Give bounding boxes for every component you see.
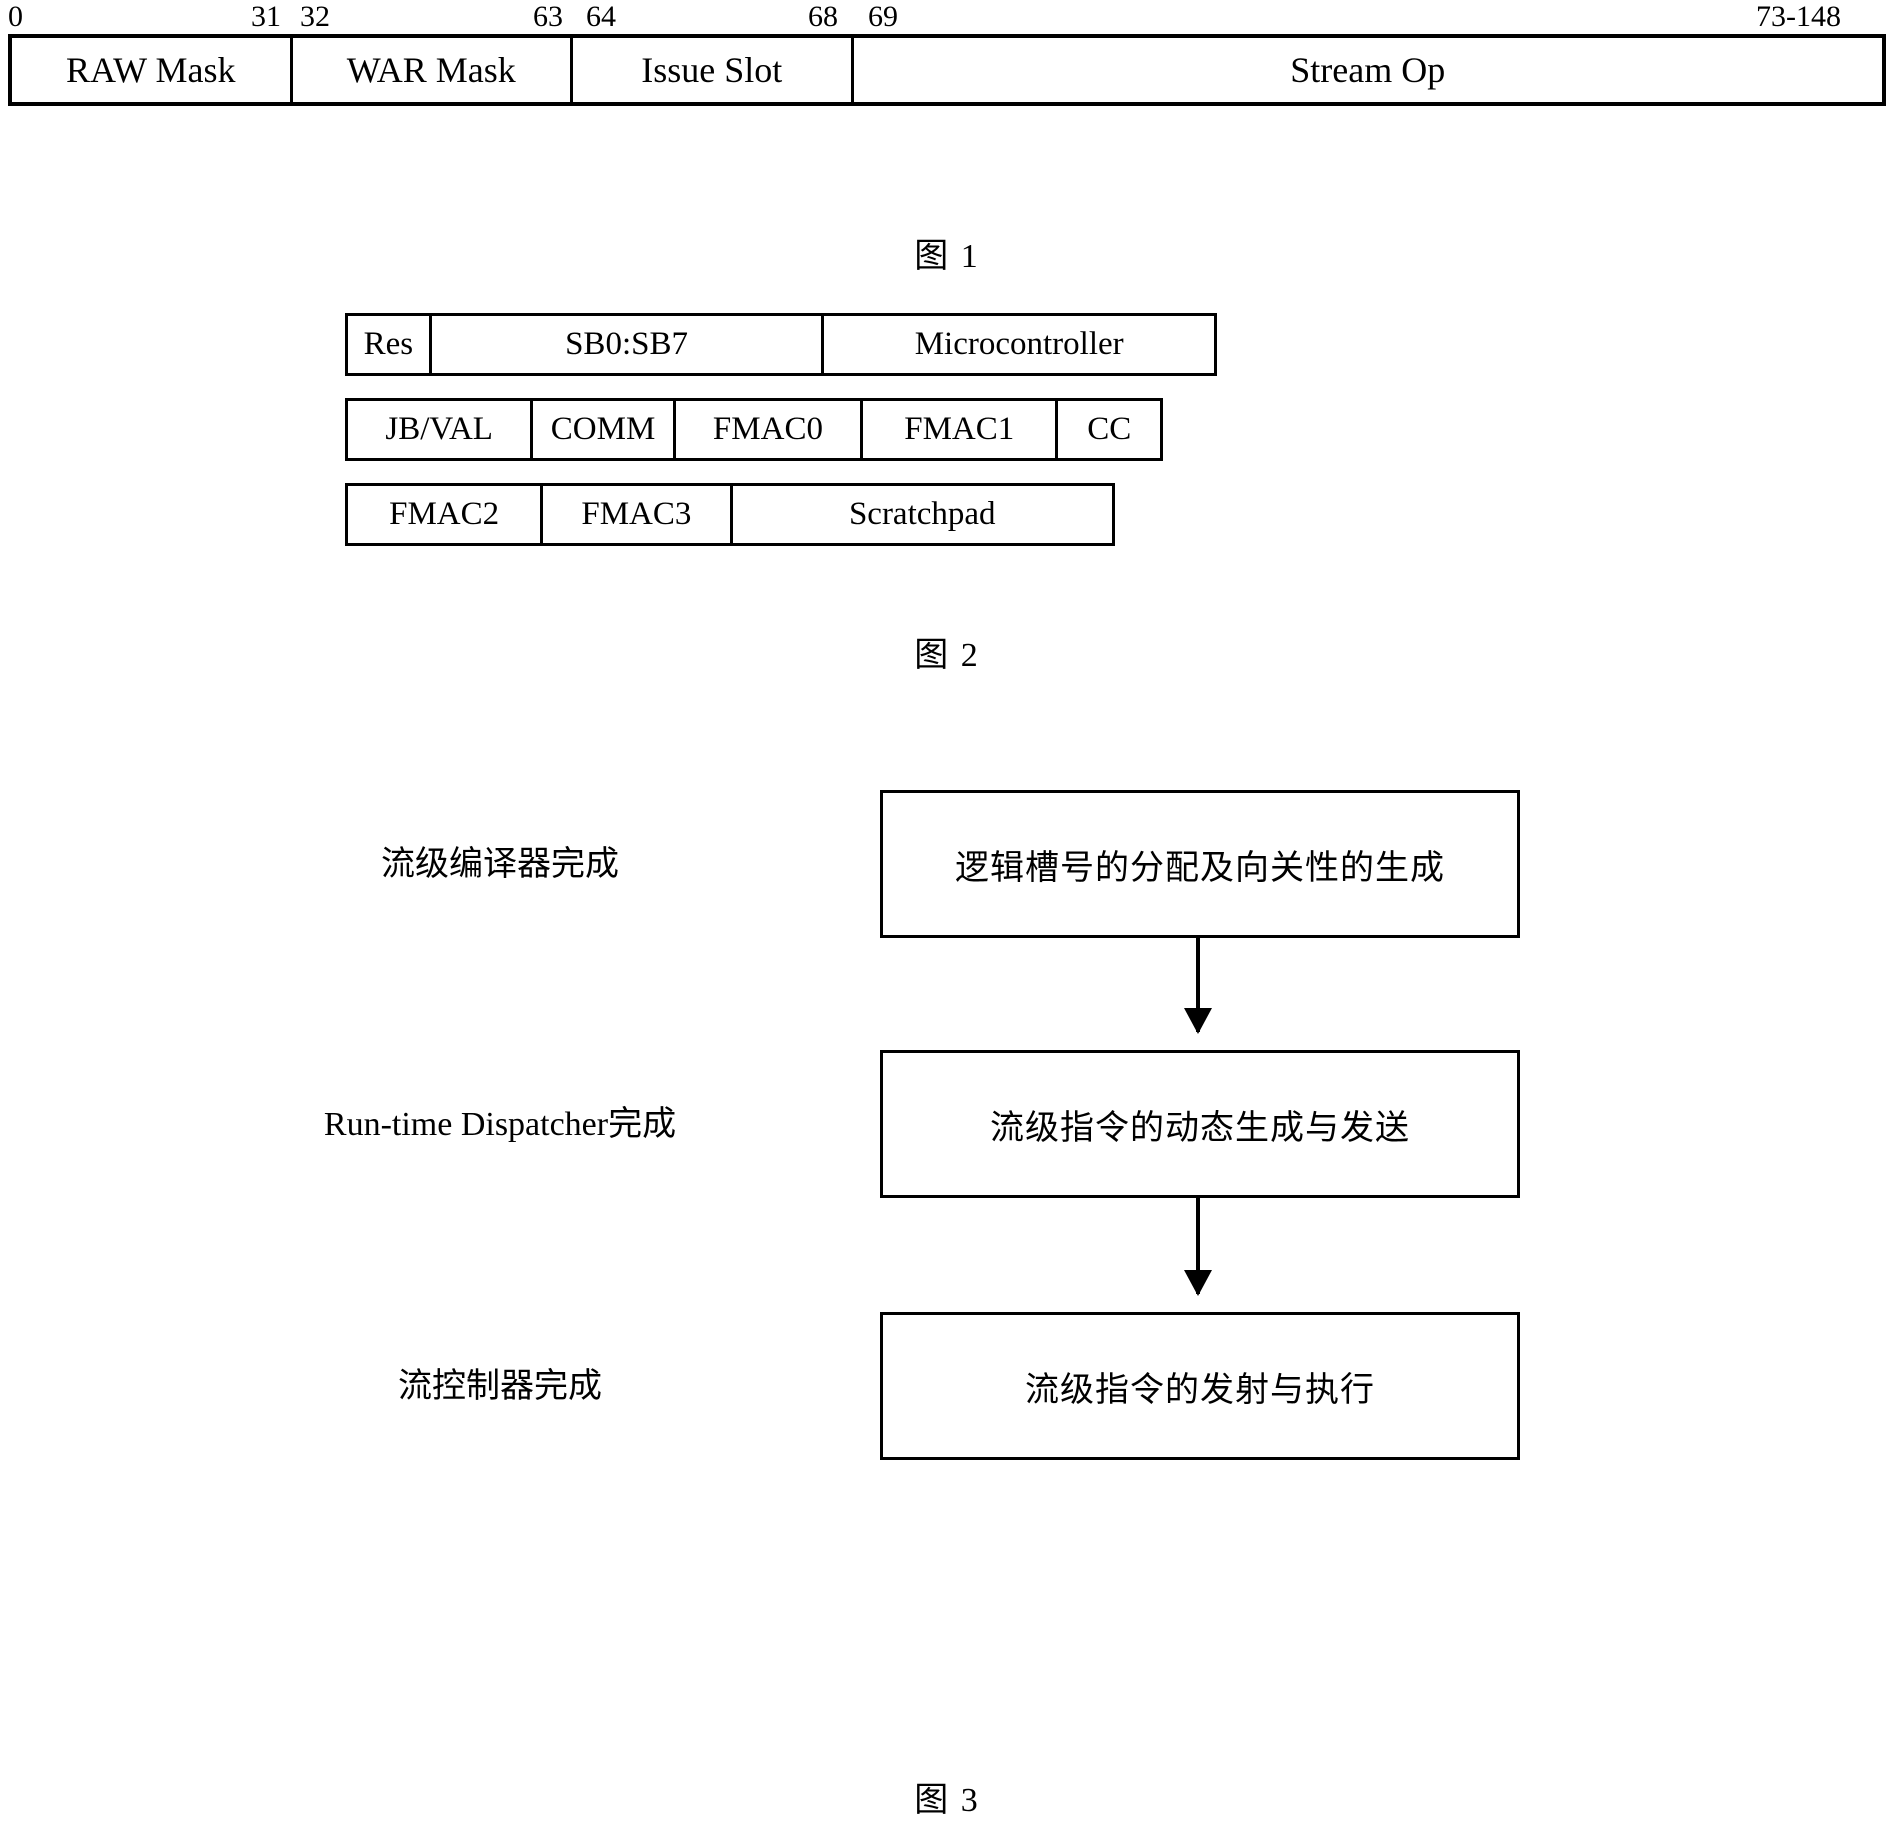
bit-tick: 31 <box>251 0 281 33</box>
figure-2-row: FMAC2 FMAC3 Scratchpad <box>345 483 1115 546</box>
flow-stage-label: 流级编译器完成 <box>381 846 619 883</box>
flow-process-box: 流级指令的动态生成与发送 <box>880 1050 1520 1198</box>
figure-1-field-strip: RAW Mask WAR Mask Issue Slot Stream Op <box>8 34 1886 106</box>
flow-stage: 流控制器完成 流级指令的发射与执行 <box>0 1312 1894 1462</box>
bit-tick: 68 <box>808 0 838 33</box>
flow-stage: 流级编译器完成 逻辑槽号的分配及向关性的生成 <box>0 790 1894 940</box>
figure-2: Res SB0:SB7 Microcontroller JB/VAL COMM … <box>0 313 1894 568</box>
bit-tick: 32 <box>300 0 330 33</box>
figure-3: 流级编译器完成 逻辑槽号的分配及向关性的生成 Run-time Dispatch… <box>0 770 1894 1550</box>
bit-tick: 73-148 <box>1756 0 1841 33</box>
bit-tick: 69 <box>868 0 898 33</box>
bit-tick: 0 <box>8 0 23 33</box>
flow-process-box: 逻辑槽号的分配及向关性的生成 <box>880 790 1520 938</box>
bit-field-cell: RAW Mask <box>12 38 293 102</box>
resource-cell: Microcontroller <box>914 326 1124 362</box>
flow-arrow <box>1184 1198 1212 1296</box>
figure-1: 0 31 32 63 64 68 69 73-148 RAW Mask WAR … <box>8 0 1886 106</box>
resource-cell: JB/VAL <box>348 401 534 458</box>
resource-cell: FMAC1 <box>863 401 1059 458</box>
resource-cell: FMAC0 <box>676 401 864 458</box>
figure-2-row: JB/VAL COMM FMAC0 FMAC1 CC <box>345 398 1163 461</box>
resource-cell: FMAC3 <box>543 486 733 543</box>
bit-tick: 63 <box>533 0 563 33</box>
flow-stage-label: Run-time Dispatcher完成 <box>323 1106 677 1143</box>
resource-cell: Scratchpad <box>848 496 996 532</box>
bit-field-cell: Stream Op <box>1290 50 1446 90</box>
figure-1-caption: 图 1 <box>914 238 980 275</box>
flow-stage: Run-time Dispatcher完成 流级指令的动态生成与发送 <box>0 1050 1894 1200</box>
figure-1-bit-ruler: 0 31 32 63 64 68 69 73-148 <box>8 0 1886 34</box>
resource-cell: SB0:SB7 <box>432 316 825 373</box>
bit-field-cell: Issue Slot <box>573 38 854 102</box>
bit-tick: 64 <box>586 0 616 33</box>
flow-process-box: 流级指令的发射与执行 <box>880 1312 1520 1460</box>
resource-cell: FMAC2 <box>348 486 544 543</box>
figure-3-caption: 图 3 <box>914 1782 980 1819</box>
resource-cell: Res <box>348 316 432 373</box>
flow-arrow <box>1184 938 1212 1034</box>
flow-stage-label: 流控制器完成 <box>398 1368 602 1405</box>
figure-2-row: Res SB0:SB7 Microcontroller <box>345 313 1217 376</box>
bit-field-cell: WAR Mask <box>293 38 573 102</box>
resource-cell: COMM <box>533 401 676 458</box>
figure-2-caption: 图 2 <box>914 637 980 674</box>
resource-cell: CC <box>1087 411 1132 447</box>
